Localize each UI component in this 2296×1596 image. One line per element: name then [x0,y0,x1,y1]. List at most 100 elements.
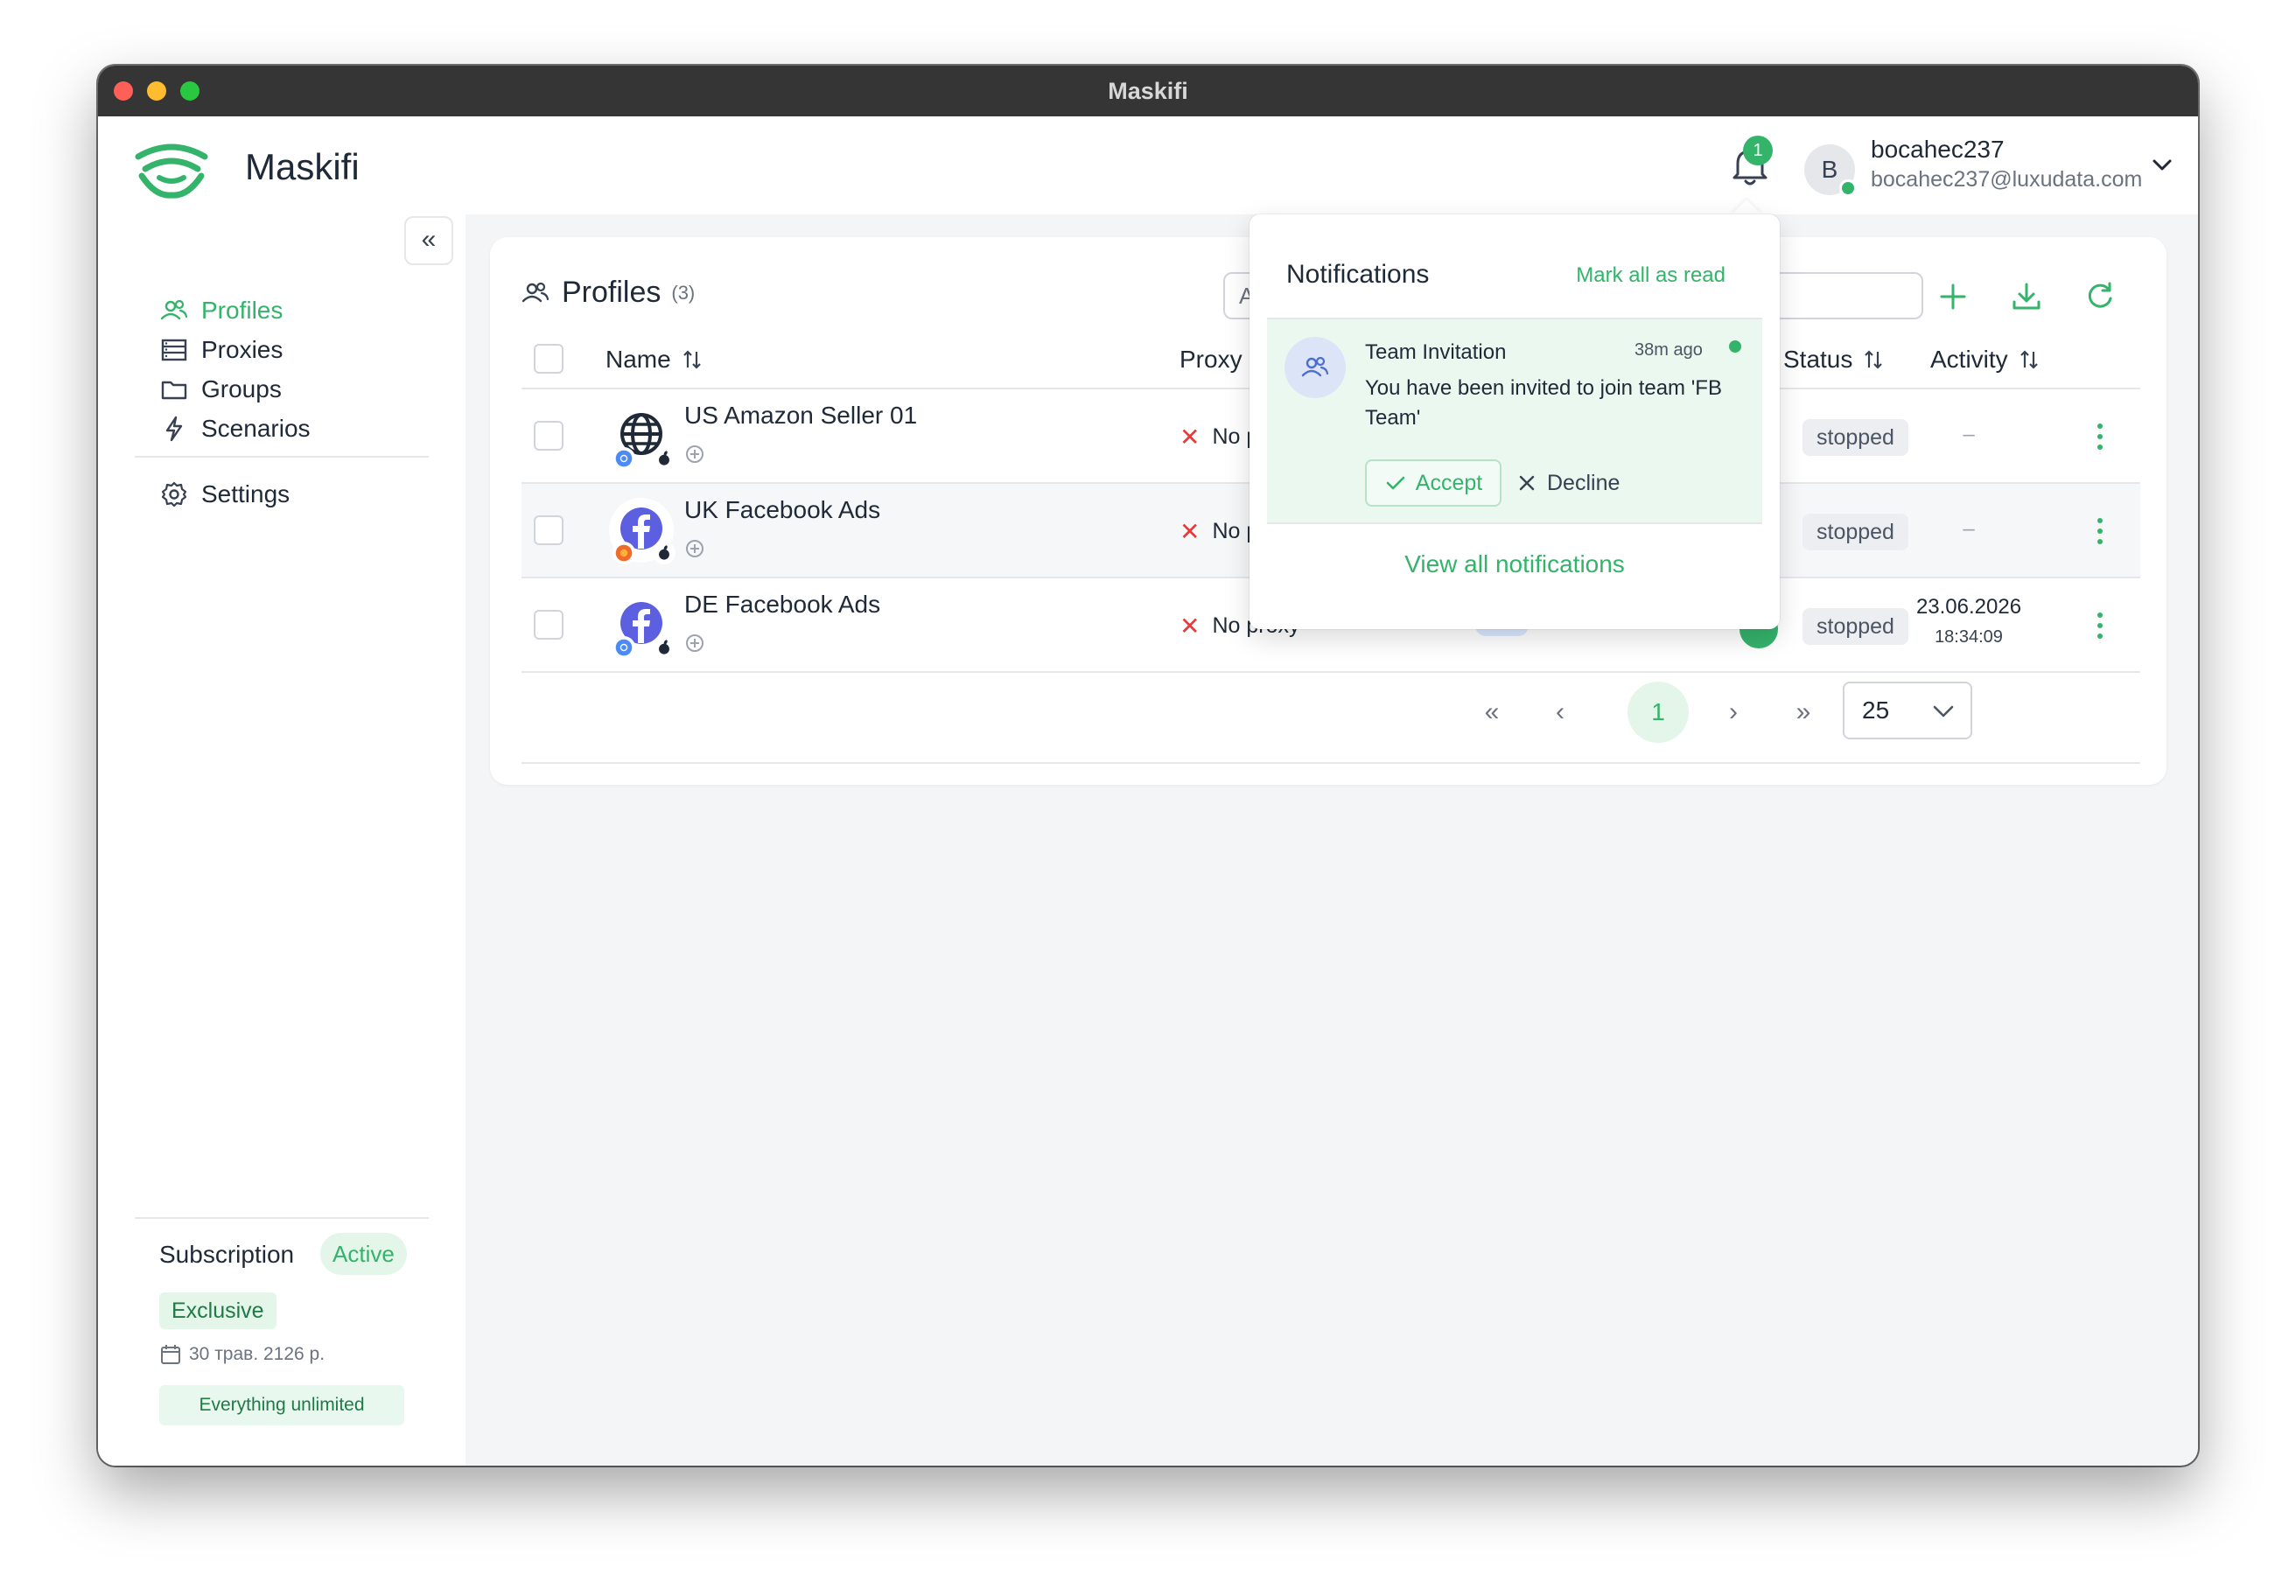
lightning-icon [165,416,183,442]
sidebar-item-settings[interactable]: Settings [159,477,290,512]
subscription-date: 30 трав. 2126 р. [159,1343,325,1366]
column-header-label: Activity [1930,346,2008,373]
sidebar-item-label: Scenarios [201,415,311,442]
no-proxy-x-icon: ✕ [1180,518,1200,545]
no-proxy-x-icon: ✕ [1180,424,1200,451]
accept-label: Accept [1415,470,1483,495]
add-tag-icon[interactable] [684,444,705,465]
accept-button[interactable]: Accept [1365,459,1502,507]
sidebar-item-profiles[interactable]: Profiles [159,293,283,328]
collapse-sidebar-button[interactable]: « [404,216,453,265]
apple-icon [653,447,676,470]
subscription-status-badge: Active [320,1233,407,1275]
notifications-popover: Notifications Mark all as read Team Invi… [1250,214,1780,629]
column-header-status[interactable]: Status [1783,346,1886,374]
select-all-checkbox[interactable] [534,344,564,374]
profile-name[interactable]: DE Facebook Ads [684,591,880,619]
row-checkbox[interactable] [534,421,564,451]
sort-icon [2020,350,2038,369]
first-page-button[interactable]: « [1463,683,1521,741]
chrome-icon [612,636,635,659]
column-header-activity[interactable]: Activity [1930,346,2041,374]
profile-avatar [609,403,676,470]
activity-value: – [1963,423,1975,446]
sidebar-item-groups[interactable]: Groups [159,372,282,407]
profile-avatar [609,498,676,564]
status-badge: stopped [1802,608,1908,645]
previous-page-button[interactable]: ‹ [1531,683,1589,741]
more-vertical-icon[interactable] [2084,514,2116,549]
activity-date: 23.06.2026 [1915,595,2022,619]
users-icon [1301,356,1329,377]
sidebar-item-label: Profiles [201,297,284,324]
plan-note: Everything unlimited [159,1385,404,1425]
sort-icon [682,350,701,369]
page-size-select[interactable]: 25 [1843,682,1972,739]
row-checkbox[interactable] [534,610,564,640]
refresh-button[interactable] [2081,277,2119,316]
sidebar-item-label: Proxies [201,336,284,363]
notifications-title: Notifications [1286,260,1430,289]
app-header: Maskifi 1 B bocahec237 bocahec237@luxuda… [98,116,2198,214]
folder-icon [161,381,187,400]
column-header-label: Name [606,346,671,373]
users-icon [522,282,550,302]
apple-icon [653,542,676,564]
column-header-proxy[interactable]: Proxy [1180,346,1242,374]
add-profile-button[interactable] [1934,277,1972,316]
notification-item[interactable]: Team Invitation 38m ago You have been in… [1267,318,1762,524]
activity-time: 18:34:09 [1935,627,2003,647]
column-header-label: Proxy [1180,346,1242,373]
row-checkbox[interactable] [534,515,564,545]
page-size-value: 25 [1862,696,1890,724]
import-button[interactable] [2007,277,2046,316]
table-divider [522,762,2140,764]
add-tag-icon[interactable] [684,538,705,559]
calendar-icon [161,1345,180,1364]
table-divider [522,671,2140,673]
team-invitation-avatar [1284,337,1346,398]
activity-value: – [1963,517,1975,541]
sidebar: « Profiles Proxies Groups Scenarios Sett… [98,214,466,1466]
no-proxy-x-icon: ✕ [1180,612,1200,640]
sidebar-item-label: Groups [201,375,282,402]
profile-name[interactable]: US Amazon Seller 01 [684,402,917,430]
add-tag-icon[interactable] [684,633,705,654]
app-window: Maskifi Maskifi 1 B bocahec237 bocahec23… [98,66,2198,1466]
sidebar-item-scenarios[interactable]: Scenarios [159,411,311,446]
maskifi-logo-icon [135,144,208,199]
chevron-down-icon [1933,705,1954,718]
decline-button[interactable]: Decline [1516,459,1620,507]
subscription-title: Subscription [159,1241,295,1268]
close-icon [1519,475,1535,491]
sidebar-item-label: Settings [201,480,290,508]
column-header-label: Status [1783,346,1853,373]
sidebar-divider [135,1217,429,1219]
more-vertical-icon[interactable] [2084,608,2116,643]
user-email: bocahec237@luxudata.com [1871,167,2143,192]
view-all-notifications-link[interactable]: View all notifications [1250,550,1780,578]
notification-time: 38m ago [1634,340,1703,360]
status-badge: stopped [1802,514,1908,550]
chrome-icon [612,447,635,470]
page-title-text: Profiles [562,276,662,309]
next-page-button[interactable]: › [1704,683,1762,741]
notification-title: Team Invitation [1365,340,1507,364]
more-vertical-icon[interactable] [2084,419,2116,454]
users-icon [160,299,188,320]
column-header-name[interactable]: Name [606,346,704,374]
sort-icon [1865,350,1883,369]
chevron-down-icon[interactable] [2151,155,2174,174]
window-title: Maskifi [1108,78,1188,104]
sidebar-divider [135,456,429,458]
profile-name[interactable]: UK Facebook Ads [684,496,880,524]
last-page-button[interactable]: » [1774,683,1832,741]
notification-body: You have been invited to join team 'FB T… [1365,376,1722,430]
user-name[interactable]: bocahec237 [1871,136,2005,164]
mark-all-read-button[interactable]: Mark all as read [1576,263,1726,288]
sidebar-item-proxies[interactable]: Proxies [159,332,283,368]
app-name: Maskifi [245,146,360,187]
gear-icon [161,481,187,508]
notification-count-badge: 1 [1743,136,1773,165]
current-page-button[interactable]: 1 [1628,682,1689,743]
